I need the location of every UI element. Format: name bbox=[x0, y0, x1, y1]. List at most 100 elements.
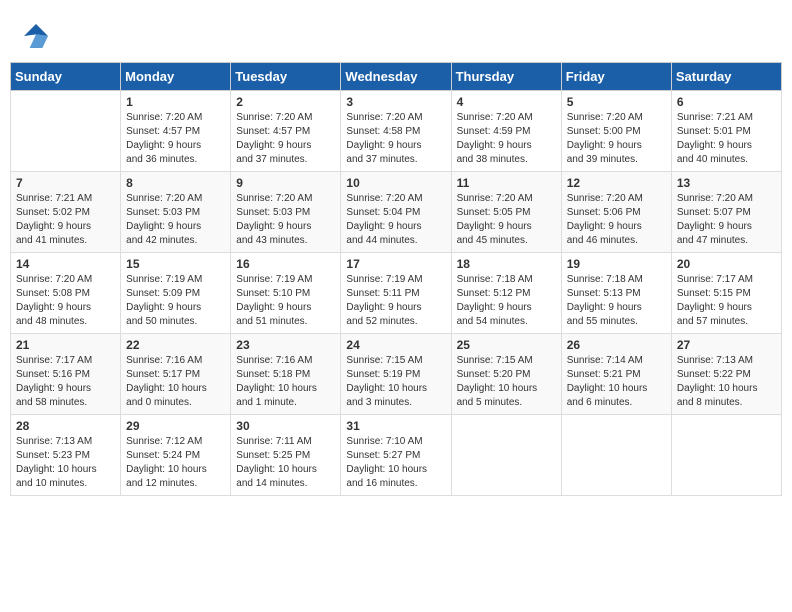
day-number: 6 bbox=[677, 95, 776, 109]
day-number: 27 bbox=[677, 338, 776, 352]
calendar-cell: 16 Sunrise: 7:19 AM Sunset: 5:10 PM Dayli… bbox=[231, 253, 341, 334]
page-header bbox=[10, 10, 782, 57]
calendar-cell: 28Sunrise: 7:13 AM Sunset: 5:23 PM Dayli… bbox=[11, 415, 121, 496]
day-number: 22 bbox=[126, 338, 225, 352]
calendar-header-row: SundayMondayTuesdayWednesdayThursdayFrid… bbox=[11, 63, 782, 91]
day-info: Sunrise: 7:17 AM Sunset: 5:16 PM Dayligh… bbox=[16, 354, 115, 410]
day-number: 5 bbox=[567, 95, 666, 109]
day-info: Sunrise: 7:20 AM Sunset: 5:03 PM Dayligh… bbox=[126, 192, 225, 248]
day-info: Sunrise: 7:20 AM Sunset: 4:59 PM Dayligh… bbox=[457, 111, 556, 167]
day-info: Sunrise: 7:19 AM Sunset: 5:10 PM Dayligh… bbox=[236, 273, 335, 329]
day-number: 23 bbox=[236, 338, 335, 352]
day-info: Sunrise: 7:19 AM Sunset: 5:09 PM Dayligh… bbox=[126, 273, 225, 329]
day-number: 12 bbox=[567, 176, 666, 190]
day-number: 4 bbox=[457, 95, 556, 109]
day-number: 10 bbox=[346, 176, 445, 190]
calendar-cell: 25 Sunrise: 7:15 AM Sunset: 5:20 PM Dayli… bbox=[451, 334, 561, 415]
calendar-cell: 19 Sunrise: 7:18 AM Sunset: 5:13 PM Dayli… bbox=[561, 253, 671, 334]
day-number: 11 bbox=[457, 176, 556, 190]
calendar-cell: 4 Sunrise: 7:20 AM Sunset: 4:59 PM Daylig… bbox=[451, 91, 561, 172]
day-number: 26 bbox=[567, 338, 666, 352]
calendar-cell: 5 Sunrise: 7:20 AM Sunset: 5:00 PM Daylig… bbox=[561, 91, 671, 172]
day-info: Sunrise: 7:15 AM Sunset: 5:19 PM Dayligh… bbox=[346, 354, 445, 410]
calendar-cell: 7 Sunrise: 7:21 AM Sunset: 5:02 PM Daylig… bbox=[11, 172, 121, 253]
calendar-cell: 17 Sunrise: 7:19 AM Sunset: 5:11 PM Dayli… bbox=[341, 253, 451, 334]
day-info: Sunrise: 7:10 AM Sunset: 5:27 PM Dayligh… bbox=[346, 435, 445, 491]
day-info: Sunrise: 7:16 AM Sunset: 5:17 PM Dayligh… bbox=[126, 354, 225, 410]
calendar-cell: 23 Sunrise: 7:16 AM Sunset: 5:18 PM Dayli… bbox=[231, 334, 341, 415]
day-info: Sunrise: 7:14 AM Sunset: 5:21 PM Dayligh… bbox=[567, 354, 666, 410]
calendar-cell: 22 Sunrise: 7:16 AM Sunset: 5:17 PM Dayli… bbox=[121, 334, 231, 415]
calendar-cell: 2 Sunrise: 7:20 AM Sunset: 4:57 PM Daylig… bbox=[231, 91, 341, 172]
day-header-saturday: Saturday bbox=[671, 63, 781, 91]
calendar-cell: 3 Sunrise: 7:20 AM Sunset: 4:58 PM Daylig… bbox=[341, 91, 451, 172]
day-info: Sunrise: 7:19 AM Sunset: 5:11 PM Dayligh… bbox=[346, 273, 445, 329]
day-number: 25 bbox=[457, 338, 556, 352]
calendar-cell: 31 Sunrise: 7:10 AM Sunset: 5:27 PM Dayli… bbox=[341, 415, 451, 496]
day-info: Sunrise: 7:13 AM Sunset: 5:22 PM Dayligh… bbox=[677, 354, 776, 410]
day-number: 2 bbox=[236, 95, 335, 109]
calendar-week-row: 7 Sunrise: 7:21 AM Sunset: 5:02 PM Daylig… bbox=[11, 172, 782, 253]
calendar-cell: 10 Sunrise: 7:20 AM Sunset: 5:04 PM Dayli… bbox=[341, 172, 451, 253]
calendar-cell: 8 Sunrise: 7:20 AM Sunset: 5:03 PM Daylig… bbox=[121, 172, 231, 253]
day-header-monday: Monday bbox=[121, 63, 231, 91]
day-info: Sunrise: 7:16 AM Sunset: 5:18 PM Dayligh… bbox=[236, 354, 335, 410]
day-header-wednesday: Wednesday bbox=[341, 63, 451, 91]
day-number: 8 bbox=[126, 176, 225, 190]
day-number: 21 bbox=[16, 338, 115, 352]
day-info: Sunrise: 7:12 AM Sunset: 5:24 PM Dayligh… bbox=[126, 435, 225, 491]
day-number: 20 bbox=[677, 257, 776, 271]
calendar-cell: 21 Sunrise: 7:17 AM Sunset: 5:16 PM Dayli… bbox=[11, 334, 121, 415]
calendar-cell: 6 Sunrise: 7:21 AM Sunset: 5:01 PM Daylig… bbox=[671, 91, 781, 172]
day-info: Sunrise: 7:21 AM Sunset: 5:01 PM Dayligh… bbox=[677, 111, 776, 167]
calendar-week-row: 21 Sunrise: 7:17 AM Sunset: 5:16 PM Dayli… bbox=[11, 334, 782, 415]
calendar-cell: 20Sunrise: 7:17 AM Sunset: 5:15 PM Dayli… bbox=[671, 253, 781, 334]
day-number: 24 bbox=[346, 338, 445, 352]
day-number: 30 bbox=[236, 419, 335, 433]
calendar-cell: 11 Sunrise: 7:20 AM Sunset: 5:05 PM Dayli… bbox=[451, 172, 561, 253]
day-number: 16 bbox=[236, 257, 335, 271]
calendar-cell: 9Sunrise: 7:20 AM Sunset: 5:03 PM Daylig… bbox=[231, 172, 341, 253]
calendar-cell: 18 Sunrise: 7:18 AM Sunset: 5:12 PM Dayli… bbox=[451, 253, 561, 334]
day-number: 17 bbox=[346, 257, 445, 271]
day-info: Sunrise: 7:18 AM Sunset: 5:12 PM Dayligh… bbox=[457, 273, 556, 329]
calendar-cell: 12Sunrise: 7:20 AM Sunset: 5:06 PM Dayli… bbox=[561, 172, 671, 253]
day-info: Sunrise: 7:20 AM Sunset: 4:57 PM Dayligh… bbox=[126, 111, 225, 167]
day-number: 7 bbox=[16, 176, 115, 190]
day-info: Sunrise: 7:11 AM Sunset: 5:25 PM Dayligh… bbox=[236, 435, 335, 491]
day-info: Sunrise: 7:20 AM Sunset: 4:58 PM Dayligh… bbox=[346, 111, 445, 167]
calendar-week-row: 14Sunrise: 7:20 AM Sunset: 5:08 PM Dayli… bbox=[11, 253, 782, 334]
day-info: Sunrise: 7:21 AM Sunset: 5:02 PM Dayligh… bbox=[16, 192, 115, 248]
calendar-cell: 27 Sunrise: 7:13 AM Sunset: 5:22 PM Dayli… bbox=[671, 334, 781, 415]
calendar-cell: 24 Sunrise: 7:15 AM Sunset: 5:19 PM Dayli… bbox=[341, 334, 451, 415]
day-number: 18 bbox=[457, 257, 556, 271]
calendar-cell: 26 Sunrise: 7:14 AM Sunset: 5:21 PM Dayli… bbox=[561, 334, 671, 415]
calendar-week-row: 28Sunrise: 7:13 AM Sunset: 5:23 PM Dayli… bbox=[11, 415, 782, 496]
day-number: 28 bbox=[16, 419, 115, 433]
day-info: Sunrise: 7:18 AM Sunset: 5:13 PM Dayligh… bbox=[567, 273, 666, 329]
day-info: Sunrise: 7:20 AM Sunset: 5:08 PM Dayligh… bbox=[16, 273, 115, 329]
logo-icon bbox=[20, 20, 52, 52]
day-info: Sunrise: 7:20 AM Sunset: 5:03 PM Dayligh… bbox=[236, 192, 335, 248]
calendar-cell: 1 Sunrise: 7:20 AM Sunset: 4:57 PM Daylig… bbox=[121, 91, 231, 172]
day-number: 29 bbox=[126, 419, 225, 433]
day-info: Sunrise: 7:20 AM Sunset: 4:57 PM Dayligh… bbox=[236, 111, 335, 167]
calendar-cell bbox=[561, 415, 671, 496]
calendar-cell: 30 Sunrise: 7:11 AM Sunset: 5:25 PM Dayli… bbox=[231, 415, 341, 496]
day-number: 15 bbox=[126, 257, 225, 271]
day-info: Sunrise: 7:20 AM Sunset: 5:04 PM Dayligh… bbox=[346, 192, 445, 248]
calendar-cell bbox=[671, 415, 781, 496]
calendar-cell bbox=[451, 415, 561, 496]
day-number: 31 bbox=[346, 419, 445, 433]
day-header-sunday: Sunday bbox=[11, 63, 121, 91]
day-info: Sunrise: 7:20 AM Sunset: 5:07 PM Dayligh… bbox=[677, 192, 776, 248]
day-info: Sunrise: 7:20 AM Sunset: 5:00 PM Dayligh… bbox=[567, 111, 666, 167]
day-number: 3 bbox=[346, 95, 445, 109]
day-number: 19 bbox=[567, 257, 666, 271]
day-header-friday: Friday bbox=[561, 63, 671, 91]
day-info: Sunrise: 7:15 AM Sunset: 5:20 PM Dayligh… bbox=[457, 354, 556, 410]
day-number: 1 bbox=[126, 95, 225, 109]
calendar-cell bbox=[11, 91, 121, 172]
calendar-cell: 13Sunrise: 7:20 AM Sunset: 5:07 PM Dayli… bbox=[671, 172, 781, 253]
day-info: Sunrise: 7:20 AM Sunset: 5:05 PM Dayligh… bbox=[457, 192, 556, 248]
